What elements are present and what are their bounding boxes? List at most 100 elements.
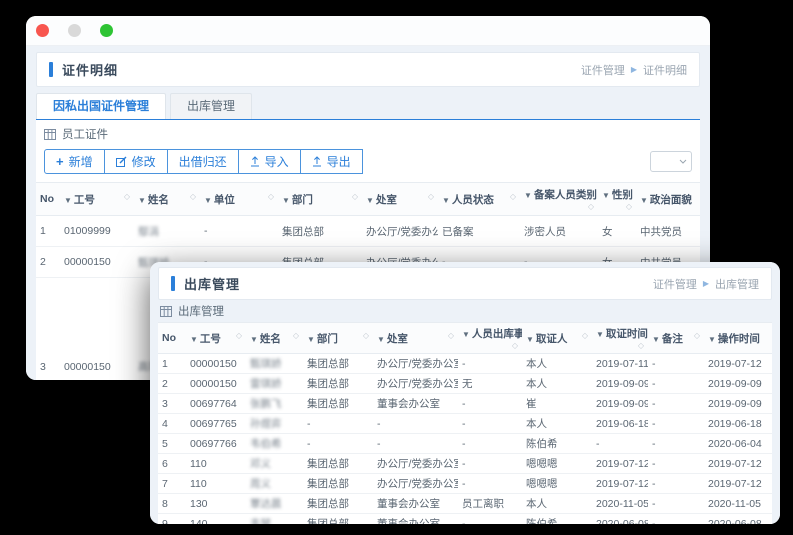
cell: 2019-07-11 [592, 353, 648, 374]
table-row[interactable]: 4 00697765 孙煜弈 - - - 本人 2019-06-18-2019-06-18 [158, 413, 772, 434]
cell: 00697764 [186, 393, 246, 414]
zoom-button[interactable] [100, 24, 113, 37]
column-header-label: 备案人员类别 [533, 189, 597, 201]
table-row[interactable]: 6 110 邓义 集团总部 办公厅/党委办公室 - 嗯嗯嗯 2019-07-12-2019-0… [158, 453, 772, 474]
cell: 2020-06-08 [592, 513, 648, 524]
cell: 甄琪娇 [246, 353, 303, 374]
column-header-label: 部门 [291, 193, 313, 206]
column-header-7[interactable]: ▼ 取证时间 ◇ [592, 322, 648, 354]
filter-icon[interactable]: ▼ [366, 196, 374, 205]
filter-icon[interactable]: ▼ [640, 196, 648, 205]
sort-icon[interactable]: ◇ [582, 331, 588, 340]
cell: 140 [186, 513, 246, 524]
tab-outbound-management[interactable]: 出库管理 [170, 93, 253, 119]
close-button[interactable] [36, 24, 49, 37]
cell: 00000150 [186, 373, 246, 394]
filter-icon[interactable]: ▼ [442, 196, 450, 205]
filter-icon[interactable]: ▼ [138, 196, 146, 205]
sort-icon[interactable]: ◇ [626, 202, 632, 211]
sort-icon[interactable]: ◇ [236, 331, 242, 340]
import-button[interactable]: 导入 [237, 149, 301, 174]
sort-icon[interactable]: ◇ [352, 192, 358, 201]
column-header-5[interactable]: ▼ 处室 ◇ [362, 182, 438, 216]
cell: 孙煜弈 [246, 413, 303, 434]
filter-icon[interactable]: ▼ [652, 335, 660, 344]
sort-icon[interactable]: ◇ [363, 331, 369, 340]
add-button[interactable]: + 新增 [44, 149, 105, 174]
table-body: 1 00000150 甄琪娇 集团总部 办公厅/党委办公室 - 本人 2019-07-11-2… [158, 353, 772, 524]
breadcrumb-item[interactable]: 证件明细 [643, 62, 687, 78]
column-header-6[interactable]: ▼ 人员状态 ◇ [438, 182, 520, 216]
page-title: 出库管理 [184, 277, 241, 292]
column-header-1[interactable]: ▼ 工号 ◇ [186, 322, 246, 354]
tab-private-abroad-certificates[interactable]: 因私出国证件管理 [36, 93, 167, 119]
cell: 1 [158, 353, 186, 374]
filter-icon[interactable]: ▼ [250, 335, 258, 344]
table-row[interactable]: 101009999鄢涓-集团总部办公厅/党委办公室已备案涉密人员女中共党员 [36, 215, 700, 247]
edit-button[interactable]: 修改 [103, 149, 168, 174]
sort-icon[interactable]: ◇ [588, 202, 594, 211]
table-row[interactable]: 1 00000150 甄琪娇 集团总部 办公厅/党委办公室 - 本人 2019-07-11-2… [158, 353, 772, 374]
filter-icon[interactable]: ▼ [526, 335, 534, 344]
filter-icon[interactable]: ▼ [377, 335, 385, 344]
table-row[interactable]: 3 00697764 张鹏飞 集团总部 董事会办公室 - 崔 2019-09-09-2019-… [158, 393, 772, 414]
breadcrumb-item[interactable]: 证件管理 [653, 276, 697, 292]
filter-icon[interactable]: ▼ [282, 196, 290, 205]
sort-icon[interactable]: ◇ [510, 192, 516, 201]
column-header-3[interactable]: ▼ 单位 ◇ [200, 182, 278, 216]
window-titlebar[interactable] [26, 16, 710, 46]
breadcrumb-item[interactable]: 证件管理 [581, 62, 625, 78]
column-header-6[interactable]: ▼ 取证人 ◇ [522, 322, 592, 354]
cell: 鄢涓 [134, 215, 200, 247]
sort-icon[interactable]: ◇ [124, 192, 130, 201]
column-header-7[interactable]: ▼ 备案人员类别 ◇ [520, 182, 598, 216]
lend-return-button[interactable]: 出借归还 [166, 149, 239, 174]
page-title-panel: 出库管理 证件管理 ▶ 出库管理 [158, 267, 772, 300]
sort-icon[interactable]: ◇ [268, 192, 274, 201]
breadcrumb-item[interactable]: 出库管理 [715, 276, 759, 292]
column-header-2[interactable]: ▼ 姓名 ◇ [246, 322, 303, 354]
table-row[interactable]: 8 130 覃达晨 集团总部 董事会办公室 员工离职 本人 2020-11-05-2020-1… [158, 493, 772, 514]
cell: 3 [158, 393, 186, 414]
filter-icon[interactable]: ▼ [524, 191, 532, 200]
table-row[interactable]: 7 110 周义 集团总部 办公厅/党委办公室 - 嗯嗯嗯 2019-07-12-2019-0… [158, 473, 772, 494]
column-header-4[interactable]: ▼ 部门 ◇ [278, 182, 362, 216]
column-header-8[interactable]: ▼ 备注 ◇ [648, 322, 704, 354]
sort-icon[interactable]: ◇ [448, 331, 454, 340]
section-header: 出库管理 [158, 300, 772, 322]
table-row[interactable]: 5 00697766 韦伯希 - - - 陈伯希 - -2020-06-04 [158, 433, 772, 454]
column-header-8[interactable]: ▼ 性别 ◇ [598, 182, 636, 216]
filter-icon[interactable]: ▼ [708, 335, 716, 344]
column-header-1[interactable]: ▼ 工号 ◇ [60, 182, 134, 216]
sort-icon[interactable]: ◇ [190, 192, 196, 201]
cell: 嗯嗯嗯 [522, 453, 592, 474]
cell: 5 [158, 433, 186, 454]
column-header-5[interactable]: ▼人员出库事由◇ [458, 322, 522, 354]
filter-icon[interactable]: ▼ [190, 335, 198, 344]
sort-icon[interactable]: ◇ [428, 192, 434, 201]
sort-icon[interactable]: ◇ [293, 331, 299, 340]
column-header-label: 处室 [386, 332, 408, 345]
filter-icon[interactable]: ▼ [602, 191, 610, 200]
export-button[interactable]: 导出 [299, 149, 363, 174]
filter-icon[interactable]: ▼ [596, 330, 604, 339]
column-header-3[interactable]: ▼ 部门 ◇ [303, 322, 373, 354]
cell: 集团总部 [303, 353, 373, 374]
filter-icon[interactable]: ▼ [64, 196, 72, 205]
sort-icon[interactable]: ◇ [694, 331, 700, 340]
column-header-9[interactable]: ▼ 操作时间 [704, 322, 772, 354]
minimize-button[interactable] [68, 24, 81, 37]
column-header-2[interactable]: ▼ 姓名 ◇ [134, 182, 200, 216]
column-header-4[interactable]: ▼ 处室 ◇ [373, 322, 458, 354]
filter-icon[interactable]: ▼ [204, 196, 212, 205]
column-header-9[interactable]: ▼ 政治面貌 [636, 182, 700, 216]
table-row[interactable]: 9 140 韦琴 集团总部 董事会办公室 - 陈伯希 2020-06-08-2020-06-0… [158, 513, 772, 524]
page-size-select[interactable] [650, 151, 692, 172]
cell: 2019-07-12 [704, 353, 772, 374]
cell: 集团总部 [278, 215, 362, 247]
filter-icon[interactable]: ▼ [462, 330, 470, 339]
table-row[interactable]: 2 00000150 雷琪娇 集团总部 办公厅/党委办公室无本人 2019-09-09-2… [158, 373, 772, 394]
filter-icon[interactable]: ▼ [307, 335, 315, 344]
sort-icon[interactable]: ◇ [638, 341, 644, 350]
sort-icon[interactable]: ◇ [512, 341, 518, 350]
